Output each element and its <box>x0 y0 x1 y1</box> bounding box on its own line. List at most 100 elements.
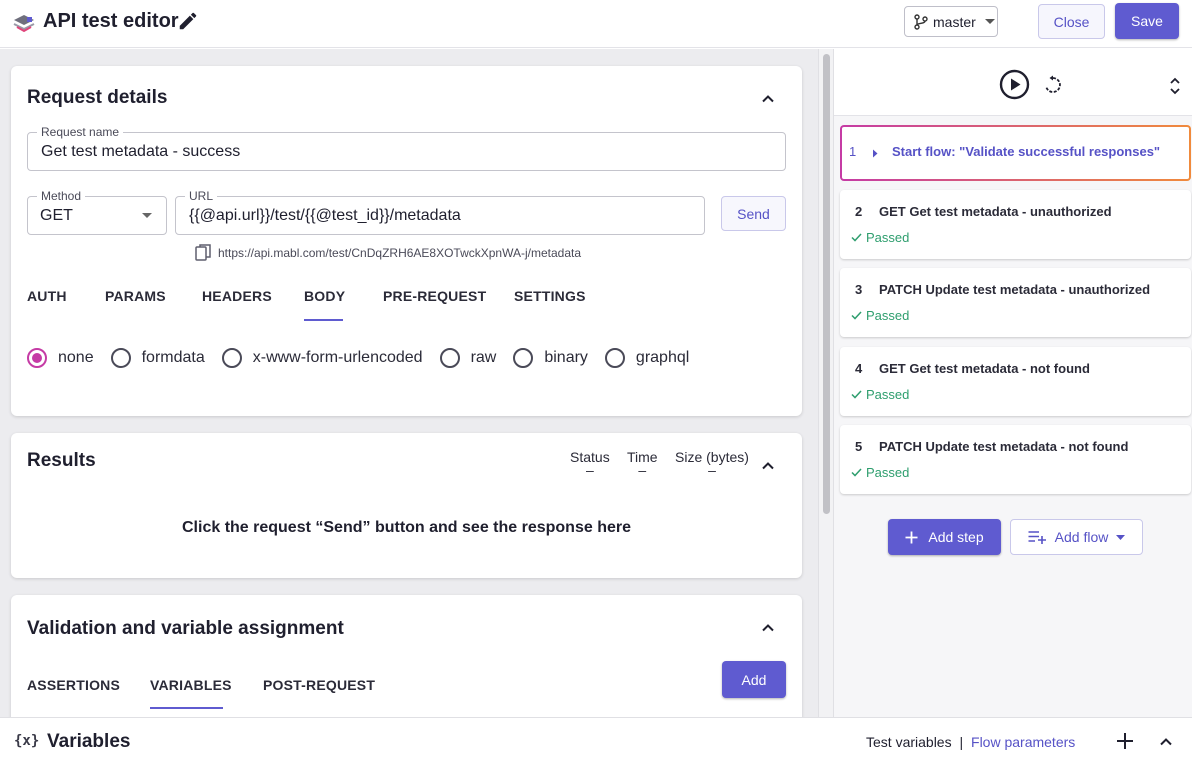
body-type-options: none formdata x-www-form-urlencoded raw … <box>27 348 706 368</box>
add-flow-button[interactable]: Add flow <box>1010 519 1143 555</box>
play-circle-icon[interactable] <box>999 69 1030 100</box>
radio-label: binary <box>544 349 588 366</box>
method-select[interactable]: Method GET <box>27 188 167 235</box>
tab-headers[interactable]: HEADERS <box>202 288 272 304</box>
flow-step[interactable]: 2 GET Get test metadata - unauthorized P… <box>840 190 1191 259</box>
step-status: Passed <box>851 230 909 245</box>
save-button[interactable]: Save <box>1115 3 1179 39</box>
replay-icon[interactable] <box>1043 75 1063 95</box>
pencil-icon[interactable] <box>177 10 199 32</box>
method-label: Method <box>37 188 86 204</box>
results-title: Results <box>27 450 96 471</box>
radio-label: raw <box>470 349 497 366</box>
radio-button[interactable] <box>604 348 625 368</box>
status-text: Passed <box>866 230 910 245</box>
results-card: Results Status – Time – Size (bytes) – C… <box>11 433 802 578</box>
check-icon <box>851 233 862 242</box>
request-details-title: Request details <box>27 87 168 108</box>
radio-label: none <box>58 349 94 366</box>
check-icon <box>851 390 862 399</box>
branch-selector[interactable]: master <box>904 6 998 37</box>
body-option-graphql[interactable]: graphql <box>604 348 690 368</box>
step-title: PATCH Update test metadata - not found <box>879 439 1129 454</box>
radio-button[interactable] <box>221 348 242 368</box>
test-variables-link[interactable]: Test variables <box>866 734 952 750</box>
add-button[interactable]: Add <box>722 661 786 698</box>
check-icon <box>851 468 862 477</box>
status-value: – <box>585 462 594 478</box>
body-option-binary[interactable]: binary <box>513 348 588 368</box>
body-option-formdata[interactable]: formdata <box>110 348 205 368</box>
chevron-up-icon[interactable] <box>760 620 776 636</box>
body-option-none[interactable]: none <box>27 348 94 368</box>
chevron-down-icon <box>984 19 995 24</box>
chevron-up-icon[interactable] <box>760 91 776 107</box>
step-title: PATCH Update test metadata - unauthorize… <box>879 282 1151 297</box>
top-bar: API test editor master Close Save <box>0 0 1192 48</box>
validation-title: Validation and variable assignment <box>27 618 344 639</box>
tab-params[interactable]: PARAMS <box>105 288 166 304</box>
tab-body[interactable]: BODY <box>304 288 345 304</box>
tab-settings[interactable]: SETTINGS <box>514 288 586 304</box>
step-title: GET Get test metadata - unauthorized <box>879 204 1112 219</box>
tab-assertions[interactable]: ASSERTIONS <box>27 677 120 693</box>
plus-icon <box>905 531 918 543</box>
mabl-logo-icon <box>13 15 35 33</box>
send-button[interactable]: Send <box>721 196 786 231</box>
url-field[interactable]: URL {{@api.url}}/test/{{@test_id}}/metad… <box>175 188 705 235</box>
body-option-raw[interactable]: raw <box>439 348 497 368</box>
time-column: Time – <box>627 449 658 477</box>
chevron-up-icon[interactable] <box>1158 734 1174 750</box>
flow-step[interactable]: 5 PATCH Update test metadata - not found… <box>840 425 1191 494</box>
radio-label: graphql <box>635 349 690 366</box>
body-option-urlencoded[interactable]: x-www-form-urlencoded <box>221 348 423 368</box>
tab-auth[interactable]: AUTH <box>27 288 67 304</box>
flow-step[interactable]: 3 PATCH Update test metadata - unauthori… <box>840 268 1191 337</box>
radio-button[interactable] <box>110 348 131 368</box>
add-step-button[interactable]: Add step <box>888 519 1001 555</box>
status-text: Passed <box>866 387 910 402</box>
expand-collapse-icon[interactable] <box>1168 77 1182 95</box>
step-status: Passed <box>851 465 909 480</box>
step-number: 3 <box>855 282 863 297</box>
page-title: API test editor <box>43 10 179 32</box>
flow-step[interactable]: 4 GET Get test metadata - not found Pass… <box>840 347 1191 416</box>
radio-label: formdata <box>141 349 205 366</box>
tab-variables[interactable]: VARIABLES <box>150 677 232 693</box>
radio-button[interactable] <box>513 348 534 368</box>
flow-step[interactable]: 1 Start flow: "Validate successful respo… <box>840 125 1191 181</box>
results-empty-message: Click the request “Send” button and see … <box>182 519 631 536</box>
tab-pre-request[interactable]: PRE-REQUEST <box>383 288 486 304</box>
request-details-card: Request details Request name Get test me… <box>11 66 802 416</box>
scrollbar[interactable] <box>818 49 833 717</box>
caret-right-icon[interactable] <box>871 149 879 158</box>
chevron-down-icon <box>142 213 152 218</box>
step-status: Passed <box>851 387 909 402</box>
method-value: GET <box>40 206 73 224</box>
radio-label: x-www-form-urlencoded <box>252 349 423 366</box>
chevron-down-icon <box>1116 534 1126 540</box>
step-title: GET Get test metadata - not found <box>879 361 1090 376</box>
resolved-url-text: https://api.mabl.com/test/CnDqZRH6AE8XOT… <box>218 246 582 260</box>
check-icon <box>851 311 862 320</box>
radio-button[interactable] <box>439 348 460 368</box>
scrollbar-thumb[interactable] <box>823 54 830 514</box>
tab-post-request[interactable]: POST-REQUEST <box>263 677 375 693</box>
status-text: Passed <box>866 465 910 480</box>
size-value: – <box>708 462 716 478</box>
step-status: Passed <box>851 308 909 323</box>
active-tab-indicator <box>150 707 223 709</box>
variables-bar: {x} Variables Test variables | Flow para… <box>0 717 1192 763</box>
chevron-up-icon[interactable] <box>760 458 776 474</box>
request-name-field[interactable]: Request name Get test metadata - success <box>27 124 786 171</box>
step-number: 4 <box>855 361 863 376</box>
flow-panel: 1 Start flow: "Validate successful respo… <box>833 49 1192 717</box>
variables-title: Variables <box>47 731 131 752</box>
flow-parameters-link[interactable]: Flow parameters <box>971 734 1075 750</box>
close-button[interactable]: Close <box>1038 4 1105 39</box>
copy-icon[interactable] <box>195 244 212 262</box>
git-branch-icon <box>914 13 928 30</box>
plus-icon[interactable] <box>1116 732 1134 750</box>
status-text: Passed <box>866 308 910 323</box>
radio-button[interactable] <box>27 348 47 368</box>
